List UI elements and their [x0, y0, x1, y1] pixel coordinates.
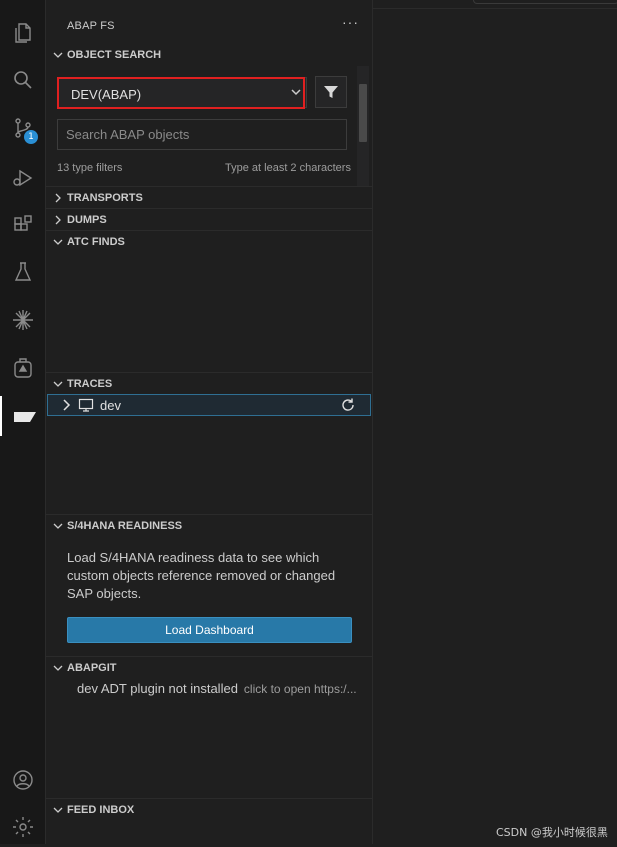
chevron-down-icon [50, 234, 66, 250]
editor-tab[interactable] [473, 0, 617, 4]
section-s4hana-readiness-header[interactable]: S/4HANA READINESS [46, 514, 372, 536]
tree-item-label: dev [100, 397, 121, 413]
section-feed-inbox-header[interactable]: FEED INBOX [46, 798, 372, 820]
section-abapgit-header[interactable]: ABAPGIT [46, 656, 372, 678]
settings-gear-icon[interactable] [0, 807, 46, 847]
chevron-down-icon [50, 802, 66, 818]
system-select[interactable]: DEV(ABAP) [57, 77, 305, 109]
chevron-right-icon [50, 212, 66, 228]
chevron-down-icon[interactable] [288, 84, 304, 100]
abapgit-item-label: dev ADT plugin not installed [77, 681, 238, 696]
section-transports-header[interactable]: TRANSPORTS [46, 186, 372, 208]
section-title: ABAPGIT [67, 661, 117, 674]
section-traces-header[interactable]: TRACES [46, 372, 372, 394]
abap-fs-sidebar: ABAP FS ··· OBJECT SEARCH DEV(ABAP) 13 t… [46, 0, 373, 844]
refresh-icon[interactable] [340, 397, 356, 413]
chevron-down-icon [50, 47, 66, 63]
load-dashboard-button[interactable]: Load Dashboard [67, 617, 352, 643]
section-title: S/4HANA READINESS [67, 519, 183, 532]
monitor-icon [78, 398, 94, 412]
search-hint: Type at least 2 characters [225, 162, 351, 174]
sparkle-icon[interactable] [0, 300, 46, 340]
type-filters-count[interactable]: 13 type filters [57, 162, 122, 174]
chevron-right-icon[interactable] [58, 397, 74, 413]
section-title: DUMPS [67, 213, 107, 226]
activity-bar: 1 [0, 0, 46, 844]
section-title: TRANSPORTS [67, 191, 143, 204]
testing-icon[interactable] [0, 252, 46, 292]
explorer-icon[interactable] [0, 13, 46, 53]
section-dumps-header[interactable]: DUMPS [46, 208, 372, 230]
abapgit-item-description: click to open https:/... [243, 682, 357, 696]
section-title: OBJECT SEARCH [67, 49, 162, 61]
source-control-icon[interactable]: 1 [0, 108, 46, 148]
system-select-value: DEV(ABAP) [71, 87, 142, 102]
section-title: ATC FINDS [67, 235, 125, 248]
search-abap-objects-input[interactable] [57, 119, 347, 150]
chevron-down-icon [50, 518, 66, 534]
traces-tree-item-dev[interactable]: dev [47, 394, 371, 416]
scrollbar-thumb[interactable] [359, 84, 367, 142]
chevron-right-icon [50, 190, 66, 206]
remote-explorer-icon[interactable] [0, 348, 46, 388]
sidebar-title: ABAP FS [67, 20, 115, 32]
section-title: FEED INBOX [67, 803, 135, 816]
type-filter-button[interactable] [315, 76, 347, 108]
account-icon[interactable] [0, 760, 46, 800]
run-debug-icon[interactable] [0, 158, 46, 198]
s4hana-description: Load S/4HANA readiness data to see which… [67, 550, 336, 601]
search-icon[interactable] [0, 60, 46, 100]
watermark: CSDN @我小时候很黑 [496, 826, 608, 839]
more-actions-button[interactable]: ··· [342, 14, 359, 30]
chevron-down-icon [50, 376, 66, 392]
editor-area [373, 0, 617, 844]
abap-fs-icon[interactable] [0, 396, 48, 436]
section-object-search-header[interactable]: OBJECT SEARCH [46, 44, 372, 66]
section-atc-finds-header[interactable]: ATC FINDS [46, 230, 372, 252]
filter-icon [324, 86, 338, 98]
abapgit-tree-item[interactable]: dev ADT plugin not installed click to ope… [77, 681, 357, 696]
section-title: TRACES [67, 377, 113, 390]
chevron-down-icon [50, 660, 66, 676]
extensions-icon[interactable] [0, 205, 46, 245]
scm-badge: 1 [24, 130, 38, 144]
